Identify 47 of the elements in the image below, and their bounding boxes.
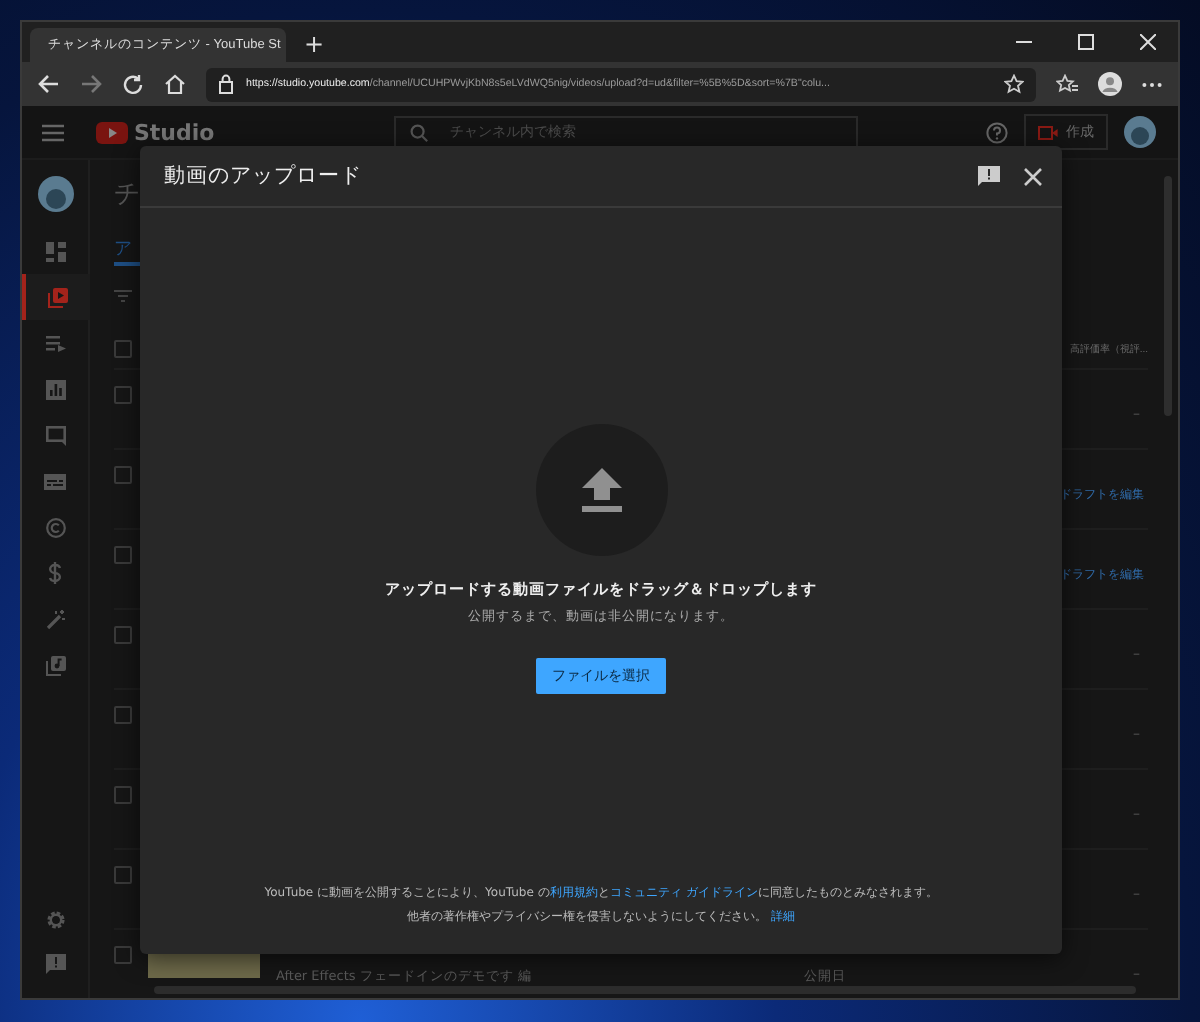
row-checkbox[interactable] bbox=[114, 626, 132, 644]
upload-icon bbox=[581, 468, 621, 512]
video-camera-icon bbox=[1038, 125, 1059, 139]
copyright-icon bbox=[45, 517, 65, 537]
sidebar-item[interactable] bbox=[22, 274, 89, 320]
back-icon[interactable] bbox=[38, 74, 60, 94]
filter-icon[interactable] bbox=[114, 290, 132, 302]
row-checkbox[interactable] bbox=[114, 866, 132, 884]
row-checkbox[interactable] bbox=[114, 946, 132, 964]
avatar-icon[interactable] bbox=[1124, 116, 1157, 148]
refresh-icon[interactable] bbox=[122, 73, 144, 95]
settings-icon[interactable] bbox=[45, 910, 65, 930]
maximize-icon[interactable] bbox=[1078, 34, 1094, 50]
menu-icon[interactable] bbox=[42, 123, 64, 141]
search-icon bbox=[410, 124, 429, 142]
row-checkbox[interactable] bbox=[114, 546, 132, 564]
play-logo-icon bbox=[96, 121, 128, 143]
dashboard-icon bbox=[45, 241, 65, 261]
row-checkbox[interactable] bbox=[114, 706, 132, 724]
row-checkbox[interactable] bbox=[114, 386, 132, 404]
home-icon[interactable] bbox=[164, 74, 186, 94]
favorites-icon[interactable] bbox=[1056, 74, 1078, 94]
playlist-icon bbox=[45, 335, 65, 351]
close-icon[interactable] bbox=[1140, 34, 1156, 50]
more-icon[interactable] bbox=[1142, 81, 1162, 87]
feedback-icon[interactable] bbox=[978, 166, 1000, 186]
page-title: チ bbox=[114, 178, 140, 212]
close-icon[interactable] bbox=[1024, 167, 1042, 185]
subtitles-icon bbox=[44, 473, 66, 489]
video-library-icon bbox=[47, 287, 67, 307]
profile-icon[interactable] bbox=[1098, 72, 1122, 96]
new-tab-button[interactable]: + bbox=[298, 28, 331, 62]
logo-text: Studio bbox=[134, 119, 215, 145]
magic-wand-icon bbox=[45, 609, 65, 629]
bar-chart-icon bbox=[45, 379, 65, 399]
lock-icon bbox=[218, 74, 234, 94]
comment-icon bbox=[45, 425, 65, 445]
help-icon[interactable] bbox=[986, 121, 1009, 143]
dollar-icon bbox=[48, 562, 62, 584]
row-checkbox[interactable] bbox=[114, 466, 132, 484]
star-icon[interactable] bbox=[1004, 74, 1024, 94]
row-checkbox[interactable] bbox=[114, 340, 132, 358]
forward-icon[interactable] bbox=[80, 74, 102, 94]
row-checkbox[interactable] bbox=[114, 786, 132, 804]
avatar-icon bbox=[37, 176, 73, 212]
dialog-title: 動画のアップロード bbox=[164, 162, 364, 190]
music-library-icon bbox=[45, 655, 65, 675]
